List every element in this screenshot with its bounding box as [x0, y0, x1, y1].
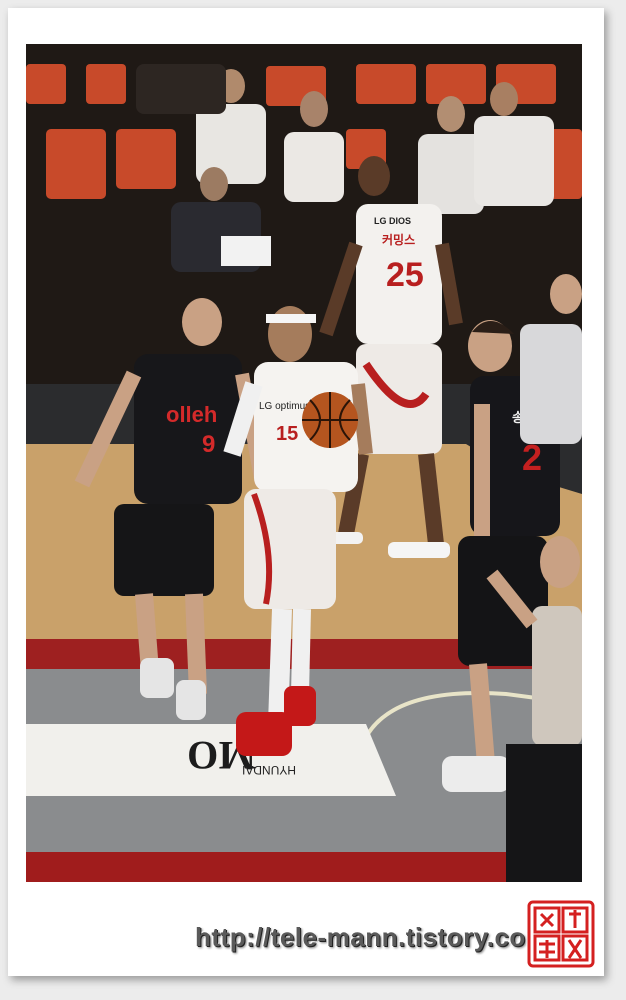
player-25-name: 커밍스 — [382, 232, 415, 247]
red-name-seal-icon — [527, 900, 595, 968]
basketball-photo: MO HYUNDAI LG DIOS 커밍스 25 olleh 9 LG opt… — [26, 44, 582, 882]
player-25-sponsor: LG DIOS — [374, 216, 411, 226]
basketball-scene: MO HYUNDAI LG DIOS 커밍스 25 olleh 9 LG opt… — [26, 44, 582, 882]
court-red-bottom — [26, 852, 582, 882]
photo-frame-page: MO HYUNDAI LG DIOS 커밍스 25 olleh 9 LG opt… — [0, 0, 626, 1000]
watermark-url: http://tele-mann.tistory.com — [195, 922, 550, 952]
player-15-sponsor: LG optimus — [259, 401, 310, 412]
court-logo-text: HYUNDAI — [242, 763, 296, 777]
player-25-number: 25 — [386, 256, 424, 294]
player-15-number: 15 — [276, 423, 298, 445]
player-9-sponsor: olleh — [166, 402, 217, 427]
player-9-number: 9 — [202, 431, 215, 458]
